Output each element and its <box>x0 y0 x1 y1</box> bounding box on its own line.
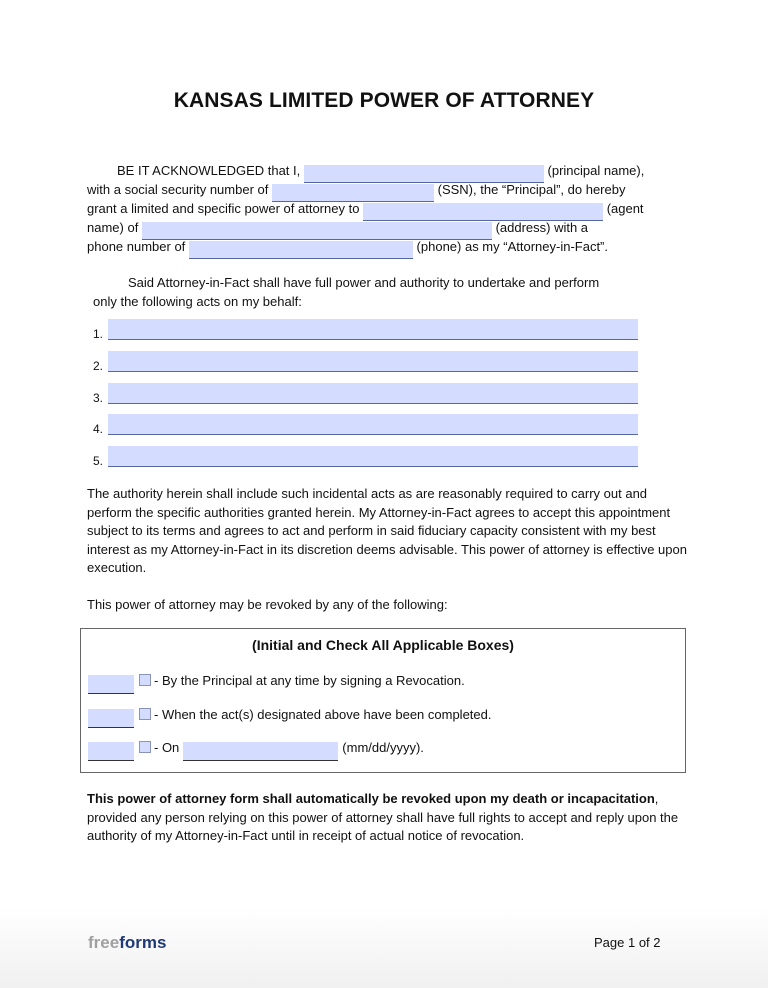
act-field-3[interactable] <box>108 383 638 404</box>
act-field-2[interactable] <box>108 351 638 372</box>
revocation-date-input[interactable] <box>183 742 339 761</box>
freeforms-logo: freeforms <box>88 933 166 953</box>
phone-field[interactable] <box>188 241 413 259</box>
act-number: 2. <box>93 359 104 373</box>
option-label: - By the Principal at any time by signin… <box>154 673 465 688</box>
act-number: 4. <box>93 422 104 436</box>
intro-text: (agent <box>606 201 644 216</box>
act-number: 1. <box>93 327 104 341</box>
checkbox-icon[interactable] <box>139 741 151 753</box>
act-item-4: 4. <box>93 414 638 436</box>
revoke-intro: This power of attorney may be revoked by… <box>87 597 448 612</box>
intro-text: name) of <box>87 220 139 235</box>
initial-input-1[interactable] <box>88 675 134 694</box>
initial-field-2[interactable] <box>88 709 134 728</box>
option-label: - When the act(s) designated above have … <box>154 707 492 722</box>
intro-text: (address) with a <box>495 220 589 235</box>
intro-text: (phone) as my “Attorney-in-Fact”. <box>416 239 608 254</box>
act-input-2[interactable] <box>108 351 638 371</box>
checkbox-icon[interactable] <box>139 674 151 686</box>
revocation-date-field[interactable] <box>183 742 339 761</box>
act-input-1[interactable] <box>108 319 638 339</box>
act-field-4[interactable] <box>108 414 638 435</box>
act-item-1: 1. <box>93 319 638 341</box>
acts-intro-line-1: Said Attorney-in-Fact shall have full po… <box>128 275 600 290</box>
authority-paragraph: The authority herein shall include such … <box>87 486 687 575</box>
revocation-option-2: - When the act(s) designated above have … <box>88 705 492 728</box>
document-title: KANSAS LIMITED POWER OF ATTORNEY <box>173 89 595 112</box>
act-field-5[interactable] <box>108 446 638 467</box>
act-number: 3. <box>93 391 104 405</box>
page-number: Page 1 of 2 <box>594 935 661 950</box>
intro-text: phone number of <box>87 239 186 254</box>
intro-line-1: BE IT ACKNOWLEDGED that I, (principal na… <box>117 161 645 183</box>
intro-text: with a social security number of <box>87 182 269 197</box>
act-input-4[interactable] <box>108 414 638 434</box>
initial-field-3[interactable] <box>88 742 134 761</box>
intro-text: BE IT ACKNOWLEDGED that I, <box>117 163 301 178</box>
initial-input-3[interactable] <box>88 742 134 761</box>
act-input-5[interactable] <box>108 446 638 466</box>
checkbox-icon[interactable] <box>139 708 151 720</box>
initial-field-1[interactable] <box>88 675 134 694</box>
intro-line-5: phone number of (phone) as my “Attorney-… <box>87 237 608 259</box>
revocation-option-1: - By the Principal at any time by signin… <box>88 671 465 694</box>
logo-free-text: free <box>88 933 120 952</box>
intro-line-4: name) of (address) with a <box>87 218 589 240</box>
initial-input-2[interactable] <box>88 709 134 728</box>
phone-input[interactable] <box>188 242 413 259</box>
date-format-hint: (mm/dd/yyyy). <box>342 740 424 755</box>
intro-line-2: with a social security number of (SSN), … <box>87 180 626 202</box>
final-paragraph: This power of attorney form shall automa… <box>87 790 687 846</box>
act-item-5: 5. <box>93 446 638 468</box>
intro-text: (principal name), <box>547 163 645 178</box>
act-field-1[interactable] <box>108 319 638 340</box>
revocation-options-box: (Initial and Check All Applicable Boxes)… <box>80 628 686 773</box>
intro-text: (SSN), the “Principal”, do hereby <box>437 182 626 197</box>
option-label: - On <box>154 740 180 755</box>
intro-text: grant a limited and specific power of at… <box>87 201 360 216</box>
intro-line-3: grant a limited and specific power of at… <box>87 199 644 221</box>
logo-forms-text: forms <box>119 933 167 952</box>
revocation-box-title: (Initial and Check All Applicable Boxes) <box>252 637 514 653</box>
final-paragraph-bold: This power of attorney form shall automa… <box>87 791 655 806</box>
act-number: 5. <box>93 454 104 468</box>
act-item-2: 2. <box>93 351 638 373</box>
acts-intro-line-2: only the following acts on my behalf: <box>93 294 302 309</box>
act-input-3[interactable] <box>108 383 638 403</box>
act-item-3: 3. <box>93 383 638 405</box>
revocation-option-3: - On (mm/dd/yyyy). <box>88 738 424 761</box>
